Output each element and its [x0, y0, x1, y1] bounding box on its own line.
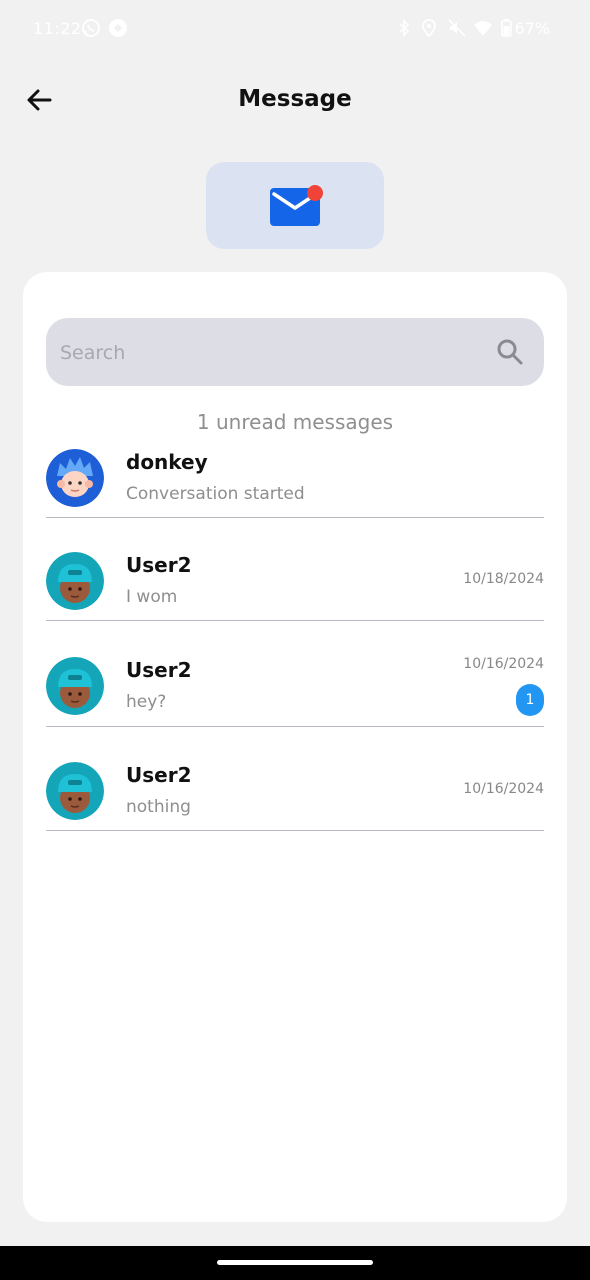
app-bar: Message — [0, 60, 590, 140]
bluetooth-icon — [399, 19, 410, 37]
unread-badge: 1 — [516, 684, 544, 716]
contact-name: User2 — [126, 763, 192, 787]
search-icon[interactable] — [496, 338, 524, 366]
page-title: Message — [238, 86, 352, 112]
conversations-card: 1 unread messages donkey Conversation st… — [23, 272, 567, 1222]
home-gesture-handle[interactable] — [217, 1260, 373, 1265]
mail-notification-icon — [270, 185, 323, 226]
divider — [46, 620, 544, 621]
browser-icon — [109, 19, 127, 37]
avatar — [46, 657, 104, 715]
message-date: 10/16/2024 — [463, 656, 544, 672]
cap-boy-avatar-icon — [46, 657, 104, 715]
cap-boy-avatar-icon — [46, 552, 104, 610]
mute-icon — [448, 19, 466, 37]
avatar — [46, 762, 104, 820]
divider — [46, 726, 544, 727]
battery-icon — [501, 19, 512, 37]
message-date: 10/18/2024 — [463, 571, 544, 587]
mail-header-tile — [206, 162, 384, 249]
divider — [46, 517, 544, 518]
whatsapp-icon — [82, 19, 100, 37]
conversation-item[interactable]: User2 nothing 10/16/2024 — [46, 761, 544, 831]
conversation-item[interactable]: User2 I wom 10/18/2024 — [46, 551, 544, 621]
message-preview: hey? — [126, 692, 167, 712]
divider — [46, 830, 544, 831]
contact-name: User2 — [126, 658, 192, 682]
wifi-icon — [474, 21, 492, 36]
message-date: 10/16/2024 — [463, 781, 544, 797]
system-nav-bar — [0, 1246, 590, 1280]
contact-name: donkey — [126, 450, 208, 474]
avatar — [46, 449, 104, 507]
status-bar: 11:22 67% — [0, 0, 590, 60]
battery-percent: 67% — [514, 19, 550, 38]
location-icon — [422, 19, 436, 38]
message-preview: I wom — [126, 587, 178, 607]
contact-name: User2 — [126, 553, 192, 577]
blue-hair-avatar-icon — [46, 449, 104, 507]
search-bar — [46, 318, 544, 388]
status-time: 11:22 — [33, 19, 82, 38]
conversation-item[interactable]: User2 hey? 10/16/2024 1 — [46, 656, 544, 727]
unread-summary: 1 unread messages — [196, 410, 394, 434]
avatar — [46, 552, 104, 610]
cap-boy-avatar-icon — [46, 762, 104, 820]
message-preview: Conversation started — [126, 484, 305, 504]
message-preview: nothing — [126, 797, 191, 817]
search-input[interactable] — [58, 318, 482, 388]
conversation-item[interactable]: donkey Conversation started — [46, 448, 544, 518]
